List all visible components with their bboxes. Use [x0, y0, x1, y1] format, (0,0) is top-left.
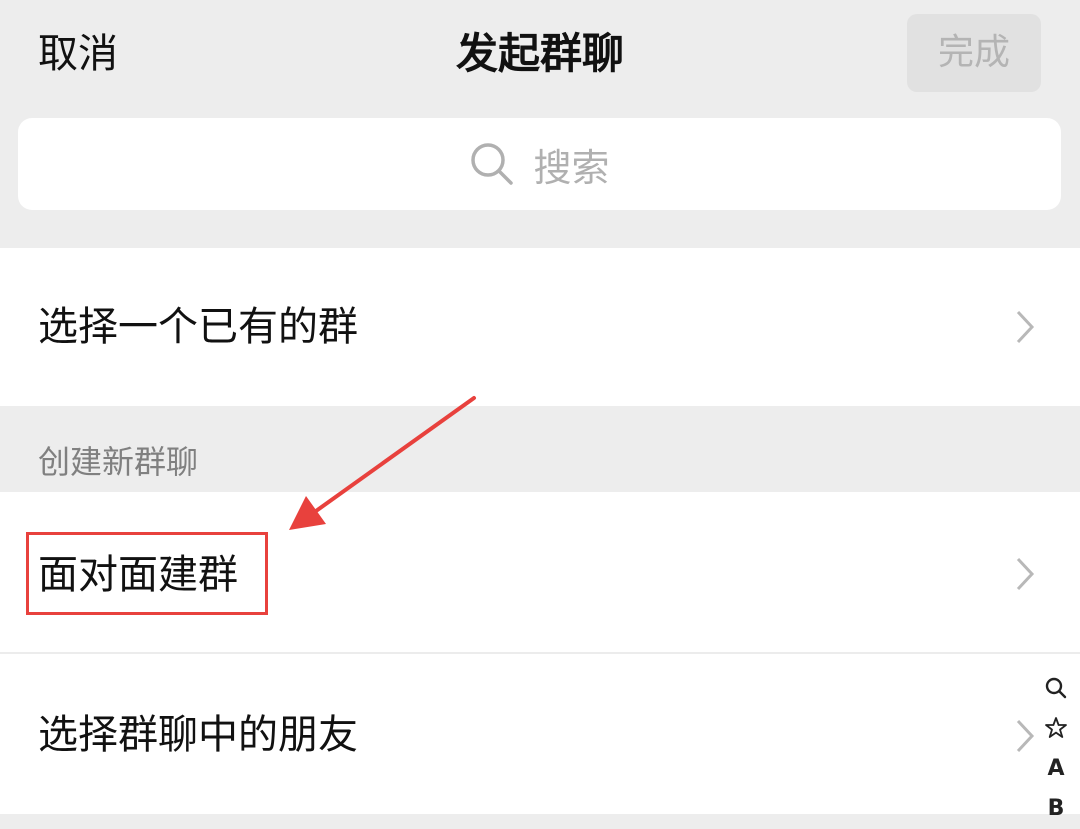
- chevron-right-icon: [1016, 557, 1035, 591]
- existing-group-label: 选择一个已有的群: [38, 304, 358, 350]
- index-search-icon[interactable]: [1036, 668, 1076, 708]
- search-placeholder: 搜索: [533, 145, 610, 190]
- index-letter-b[interactable]: B: [1036, 788, 1076, 828]
- nav-header: 取消 发起群聊 完成 搜索: [0, 0, 1080, 240]
- chevron-right-icon: [1016, 719, 1035, 753]
- search-bar[interactable]: 搜索: [18, 118, 1061, 210]
- friends-in-group-row[interactable]: 选择群聊中的朋友: [0, 654, 1080, 814]
- highlight-box: [26, 532, 268, 615]
- friends-in-group-label: 选择群聊中的朋友: [38, 712, 358, 758]
- search-content: 搜索: [18, 118, 1061, 210]
- done-button[interactable]: 完成: [907, 14, 1041, 92]
- existing-group-row[interactable]: 选择一个已有的群: [0, 248, 1080, 406]
- index-star-icon[interactable]: [1036, 708, 1076, 748]
- chevron-right-icon: [1016, 310, 1035, 344]
- section-title: 创建新群聊: [38, 443, 199, 481]
- search-icon: [469, 141, 515, 187]
- index-letter-a[interactable]: A: [1036, 748, 1076, 788]
- alphabet-index-bar[interactable]: A B: [1036, 668, 1076, 828]
